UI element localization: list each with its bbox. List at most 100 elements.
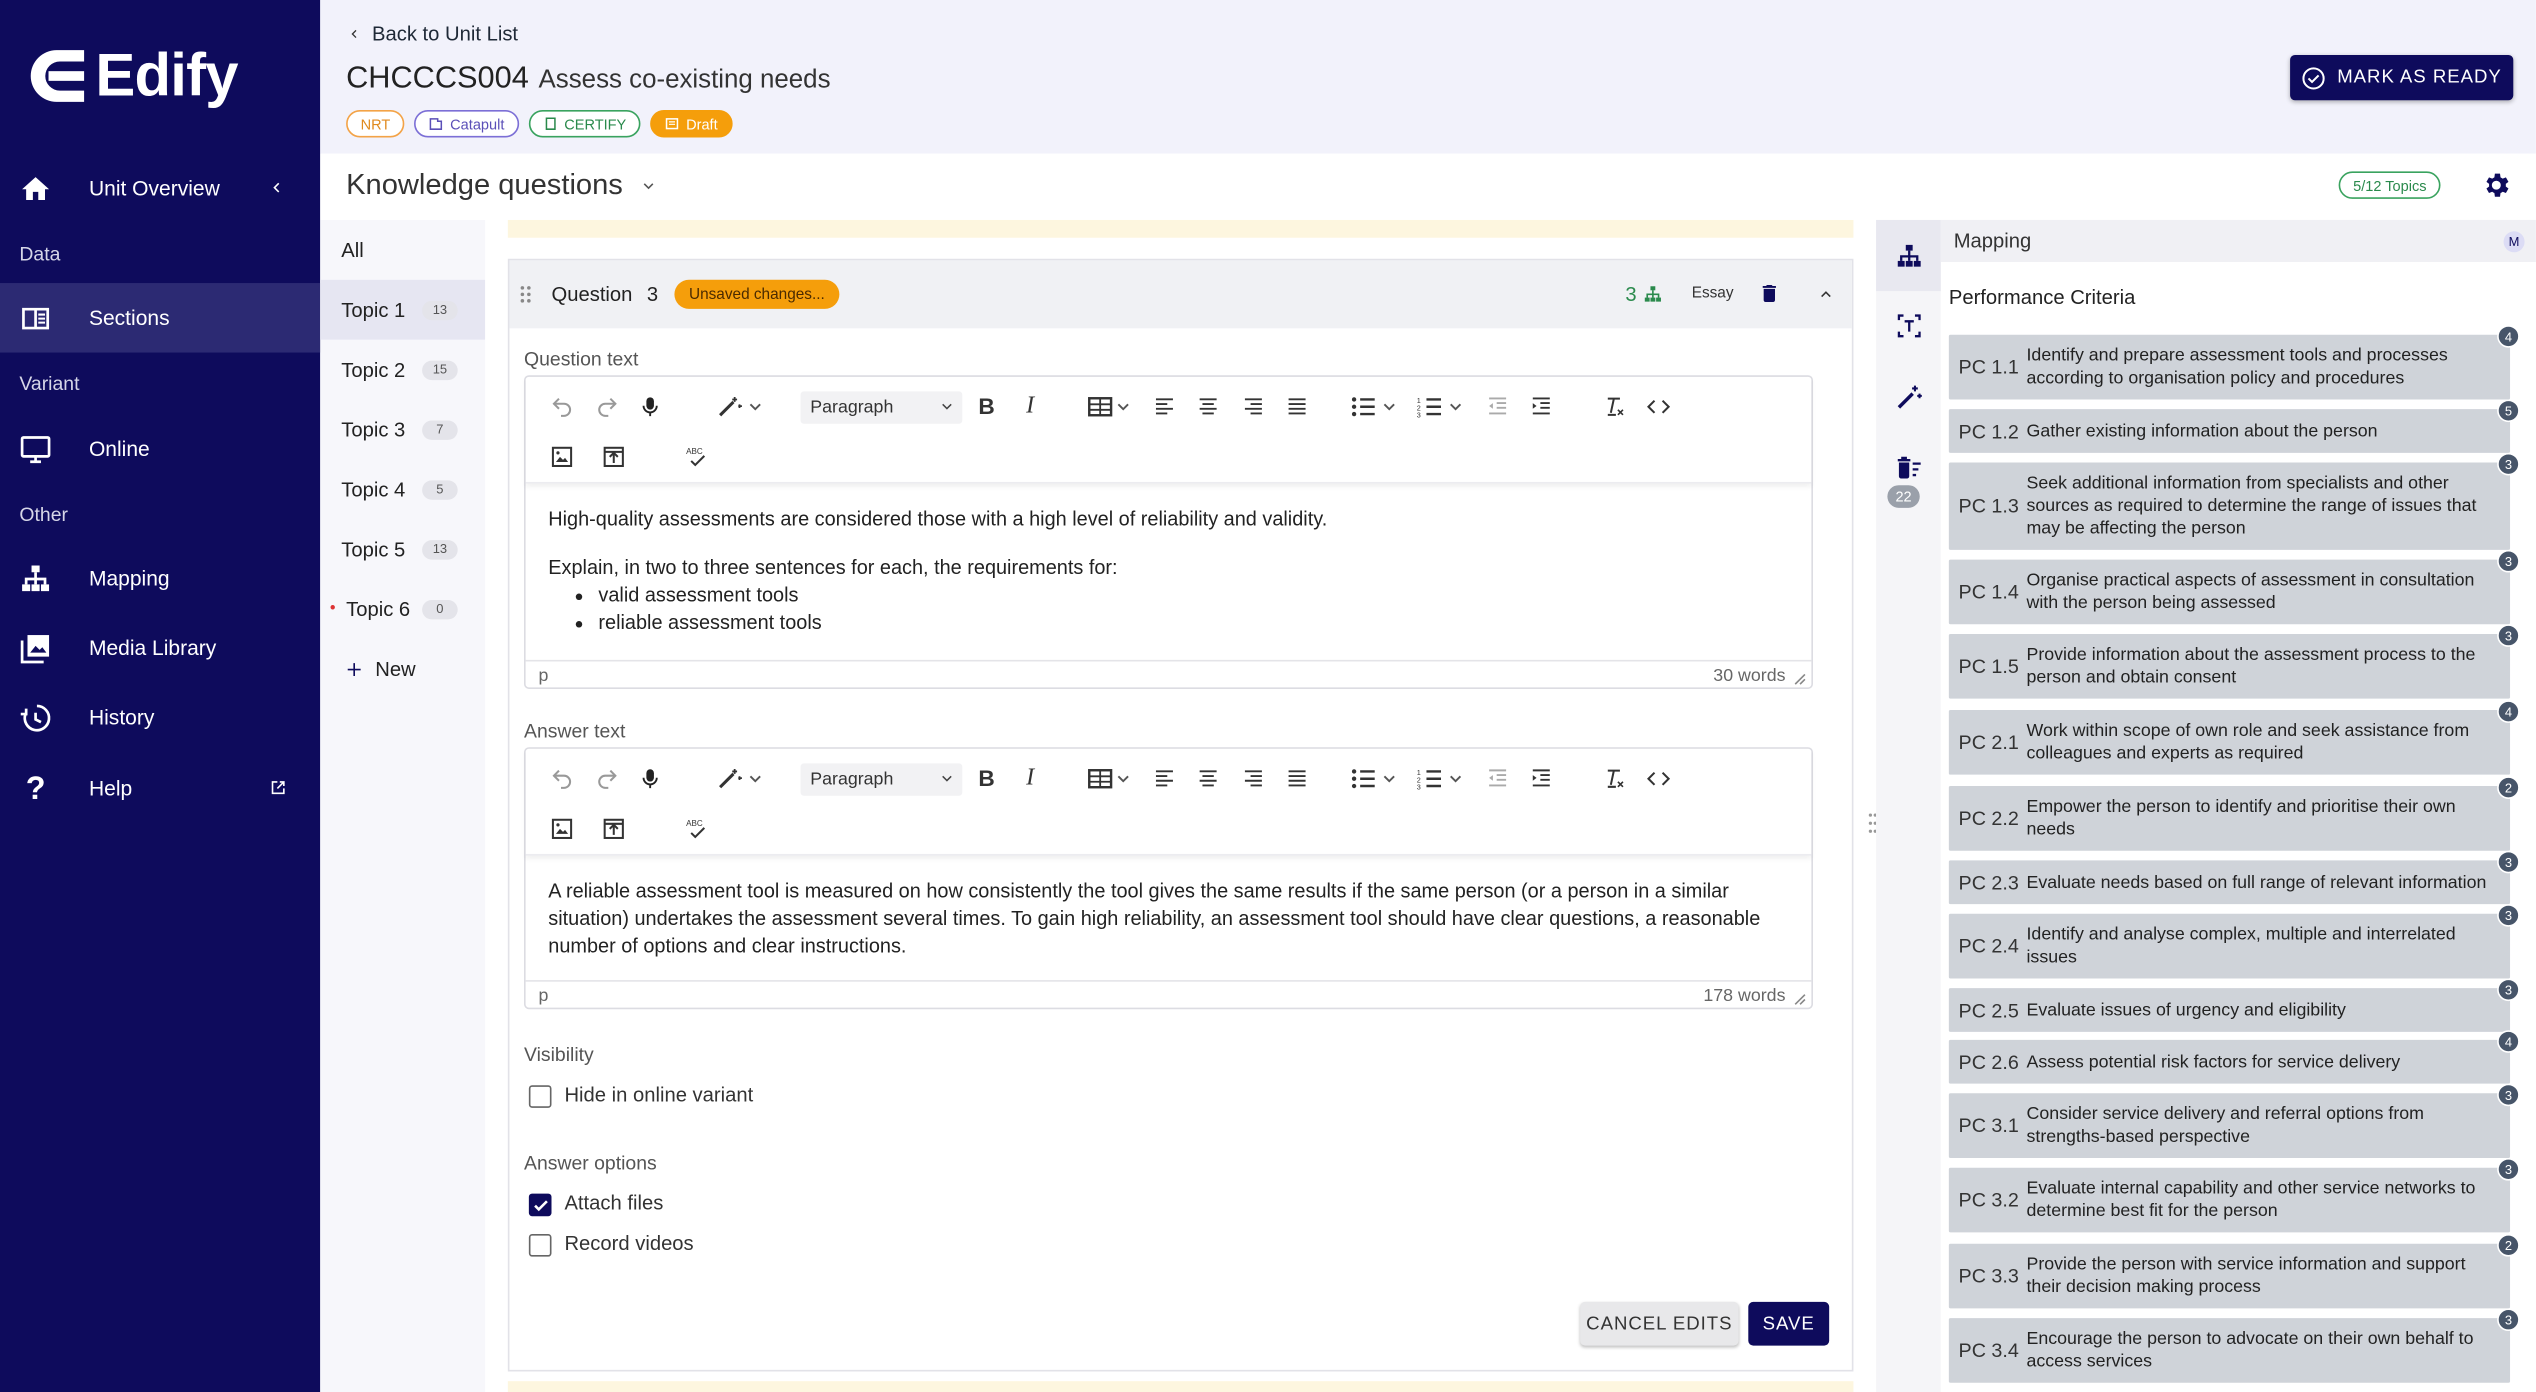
topic-item-1[interactable]: Topic 1 13 (320, 279, 486, 340)
microphone-icon[interactable] (637, 765, 663, 791)
align-right-icon[interactable] (1240, 765, 1266, 791)
gear-icon[interactable] (2481, 170, 2512, 201)
resize-grip-icon[interactable] (1794, 993, 1807, 1006)
criteria-item[interactable]: PC 2.1 Work within scope of own role and … (1948, 700, 2520, 775)
criteria-item[interactable]: PC 1.2 Gather existing information about … (1948, 399, 2520, 453)
nav-sections[interactable]: Sections (0, 283, 321, 353)
align-right-icon[interactable] (1240, 393, 1266, 419)
italic-icon[interactable]: I (1017, 764, 1043, 791)
italic-icon[interactable]: I (1017, 392, 1043, 419)
numbered-list-icon[interactable]: 123 (1417, 393, 1466, 419)
indent-icon[interactable] (1528, 393, 1554, 419)
criteria-item[interactable]: PC 2.2 Empower the person to identify and… (1948, 776, 2520, 851)
upload-icon[interactable] (600, 443, 626, 469)
drag-handle-icon[interactable] (519, 285, 532, 304)
bullet-list-icon[interactable] (1350, 393, 1399, 419)
new-topic-button[interactable]: New (320, 639, 485, 699)
redo-icon[interactable] (594, 765, 620, 791)
redo-icon[interactable] (594, 393, 620, 419)
magic-wand-icon[interactable] (1895, 383, 1922, 410)
criteria-item[interactable]: PC 2.6 Assess potential risk factors for … (1948, 1030, 2520, 1084)
criteria-item[interactable]: PC 3.4 Encourage the person to advocate o… (1948, 1308, 2520, 1383)
align-center-icon[interactable] (1195, 765, 1221, 791)
outdent-icon[interactable] (1485, 393, 1511, 419)
undo-icon[interactable] (548, 393, 574, 419)
criteria-item[interactable]: PC 1.3 Seek additional information from s… (1948, 452, 2520, 550)
mapping-tab[interactable] (1876, 219, 1941, 292)
clear-formatting-icon[interactable] (1601, 765, 1627, 791)
table-icon[interactable] (1087, 765, 1136, 791)
criteria-item[interactable]: PC 2.5 Evaluate issues of urgency and eli… (1948, 978, 2520, 1032)
criteria-item[interactable]: PC 3.1 Consider service delivery and refe… (1948, 1083, 2520, 1158)
source-code-icon[interactable] (1645, 393, 1671, 419)
source-code-icon[interactable] (1645, 765, 1671, 791)
nav-mapping[interactable]: Mapping (0, 543, 320, 613)
paragraph-format-select[interactable]: Paragraph (800, 763, 963, 796)
avatar[interactable]: M (2503, 231, 2525, 253)
indent-icon[interactable] (1528, 765, 1554, 791)
criteria-item[interactable]: PC 1.4 Organise practical aspects of asse… (1948, 549, 2520, 625)
microphone-icon[interactable] (637, 393, 663, 419)
question-type[interactable]: Essay (1692, 285, 1734, 303)
back-to-unit-list-link[interactable]: Back to Unit List (346, 23, 518, 45)
bullet-list-icon[interactable] (1350, 765, 1399, 791)
nav-unit-overview[interactable]: Unit Overview (0, 154, 320, 224)
edify-logo[interactable]: Edify (24, 42, 239, 110)
magic-wand-icon[interactable] (716, 765, 765, 791)
question-text-content[interactable]: High-quality assessments are considered … (548, 506, 1793, 637)
insert-image-icon[interactable] (548, 815, 574, 841)
record-videos-checkbox[interactable] (528, 1233, 552, 1257)
chevron-up-icon[interactable] (1816, 285, 1835, 304)
question-text-editor[interactable]: Paragraph B I 123 ABC High-quality asses… (524, 375, 1813, 689)
align-justify-icon[interactable] (1284, 393, 1310, 419)
chevron-left-icon[interactable] (267, 178, 286, 197)
align-justify-icon[interactable] (1284, 765, 1310, 791)
answer-text-editor[interactable]: Paragraph B I 123 ABC A reliable assessm… (524, 747, 1813, 1010)
bold-icon[interactable]: B (974, 393, 1000, 419)
undo-icon[interactable] (548, 765, 574, 791)
section-selector[interactable]: Knowledge questions (346, 168, 658, 202)
cancel-edits-button[interactable]: CANCEL EDITS (1580, 1301, 1739, 1346)
topic-item-6[interactable]: • Topic 6 0 (320, 579, 485, 639)
nav-history[interactable]: History (0, 683, 320, 753)
align-center-icon[interactable] (1195, 393, 1221, 419)
table-icon[interactable] (1087, 393, 1136, 419)
topic-item-5[interactable]: Topic 5 13 (320, 519, 485, 579)
topic-item-3[interactable]: Topic 3 7 (320, 399, 485, 459)
criteria-item[interactable]: PC 3.3 Provide the person with service in… (1948, 1233, 2520, 1309)
magic-wand-icon[interactable] (716, 393, 765, 419)
hide-online-checkbox[interactable] (528, 1085, 552, 1108)
trash-icon[interactable] (1758, 281, 1781, 305)
attach-files-checkbox[interactable] (528, 1193, 552, 1217)
spellcheck-icon[interactable]: ABC (683, 815, 709, 841)
nav-help[interactable]: ? Help (0, 754, 320, 824)
align-left-icon[interactable] (1152, 765, 1178, 791)
mark-as-ready-button[interactable]: MARK AS READY (2290, 54, 2514, 101)
delete-sweep-icon[interactable] (1895, 454, 1922, 481)
sitemap-icon (1644, 286, 1661, 302)
paragraph-format-select[interactable]: Paragraph (800, 391, 963, 424)
criteria-item[interactable]: PC 1.5 Provide information about the asse… (1948, 624, 2520, 699)
criteria-item[interactable]: PC 2.4 Identify and analyse complex, mult… (1948, 904, 2520, 979)
criteria-item[interactable]: PC 2.3 Evaluate needs based on full range… (1948, 850, 2520, 905)
topic-item-all[interactable]: All (320, 220, 485, 280)
question-header[interactable]: Question 3 Unsaved changes... 3 Essay (509, 260, 1852, 329)
bold-icon[interactable]: B (974, 765, 1000, 791)
text-recognition-icon[interactable] (1895, 312, 1922, 339)
numbered-list-icon[interactable]: 123 (1417, 765, 1466, 791)
upload-icon[interactable] (600, 815, 626, 841)
resize-grip-icon[interactable] (1794, 673, 1807, 686)
criteria-item[interactable]: PC 3.2 Evaluate internal capability and o… (1948, 1157, 2520, 1233)
save-button[interactable]: SAVE (1748, 1301, 1830, 1346)
outdent-icon[interactable] (1485, 765, 1511, 791)
clear-formatting-icon[interactable] (1601, 393, 1627, 419)
insert-image-icon[interactable] (548, 443, 574, 469)
topic-item-2[interactable]: Topic 2 15 (320, 340, 485, 400)
align-left-icon[interactable] (1152, 393, 1178, 419)
answer-text-content[interactable]: A reliable assessment tool is measured o… (548, 878, 1777, 960)
spellcheck-icon[interactable]: ABC (683, 443, 709, 469)
nav-online[interactable]: Online (0, 414, 320, 484)
nav-media-library[interactable]: Media Library (0, 613, 320, 683)
criteria-item[interactable]: PC 1.1 Identify and prepare assessment to… (1948, 325, 2520, 400)
topic-item-4[interactable]: Topic 4 5 (320, 459, 485, 519)
